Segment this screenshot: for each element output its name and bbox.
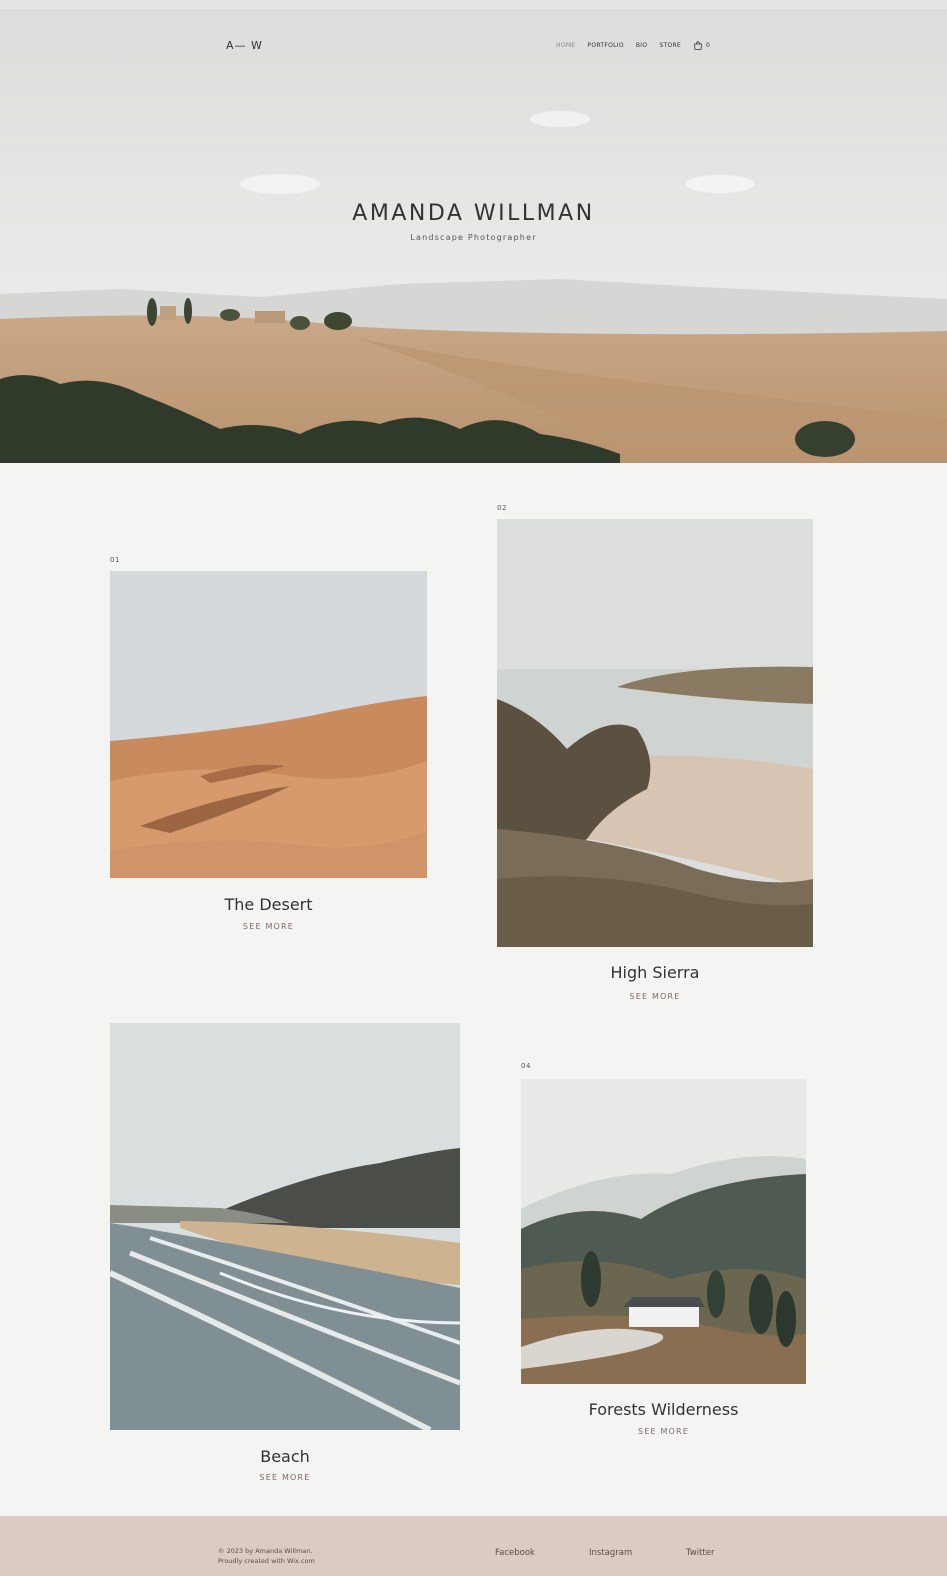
copyright-text: © 2023 by Amanda Willman. <box>218 1547 313 1555</box>
nav-portfolio[interactable]: PORTFOLIO <box>587 42 623 49</box>
browser-top-strip <box>0 0 947 9</box>
see-more-beach-link[interactable]: SEE MORE <box>110 1473 460 1482</box>
credit-text[interactable]: Proudly created with Wix.com <box>218 1556 315 1566</box>
hero-title: AMANDA WILLMAN <box>352 201 595 226</box>
hero-subtitle: Landscape Photographer <box>410 233 537 242</box>
gallery-number-02: 02 <box>497 504 507 512</box>
gallery-title-beach[interactable]: Beach <box>110 1447 460 1466</box>
nav-bio[interactable]: BIO <box>636 42 648 49</box>
photo-beach[interactable] <box>110 1023 460 1430</box>
main-nav: HOME PORTFOLIO BIO STORE 0 <box>556 41 710 50</box>
forest-cabin-image <box>521 1079 806 1384</box>
nav-store[interactable]: STORE <box>659 42 681 49</box>
instagram-link[interactable]: Instagram <box>589 1548 632 1558</box>
cart-button[interactable]: 0 <box>693 41 710 50</box>
nav-home[interactable]: HOME <box>556 42 575 49</box>
see-more-desert-link[interactable]: SEE MORE <box>110 922 427 931</box>
beach-image <box>110 1023 460 1430</box>
photo-desert[interactable] <box>110 571 427 878</box>
gallery-title-desert[interactable]: The Desert <box>110 895 427 914</box>
photo-high-sierra[interactable] <box>497 519 813 947</box>
hero-section: A— W HOME PORTFOLIO BIO STORE 0 AMANDA W… <box>0 9 947 463</box>
photo-forests[interactable] <box>521 1079 806 1384</box>
shopping-bag-icon <box>694 41 702 50</box>
twitter-link[interactable]: Twitter <box>686 1548 715 1558</box>
site-logo[interactable]: A— W <box>226 39 263 52</box>
site-footer: © 2023 by Amanda Willman. Proudly create… <box>0 1516 947 1576</box>
facebook-link[interactable]: Facebook <box>495 1548 535 1558</box>
cart-count: 0 <box>706 42 710 49</box>
sierra-coast-image <box>497 519 813 947</box>
see-more-forests-link[interactable]: SEE MORE <box>521 1427 806 1436</box>
desert-image <box>110 571 427 878</box>
gallery-number-01: 01 <box>110 556 120 564</box>
gallery-title-forests[interactable]: Forests Wilderness <box>521 1400 806 1419</box>
gallery-number-04: 04 <box>521 1062 531 1070</box>
footer-copyright: © 2023 by Amanda Willman. Proudly create… <box>218 1546 315 1566</box>
gallery-title-high-sierra[interactable]: High Sierra <box>497 963 813 982</box>
see-more-sierra-link[interactable]: SEE MORE <box>497 992 813 1001</box>
